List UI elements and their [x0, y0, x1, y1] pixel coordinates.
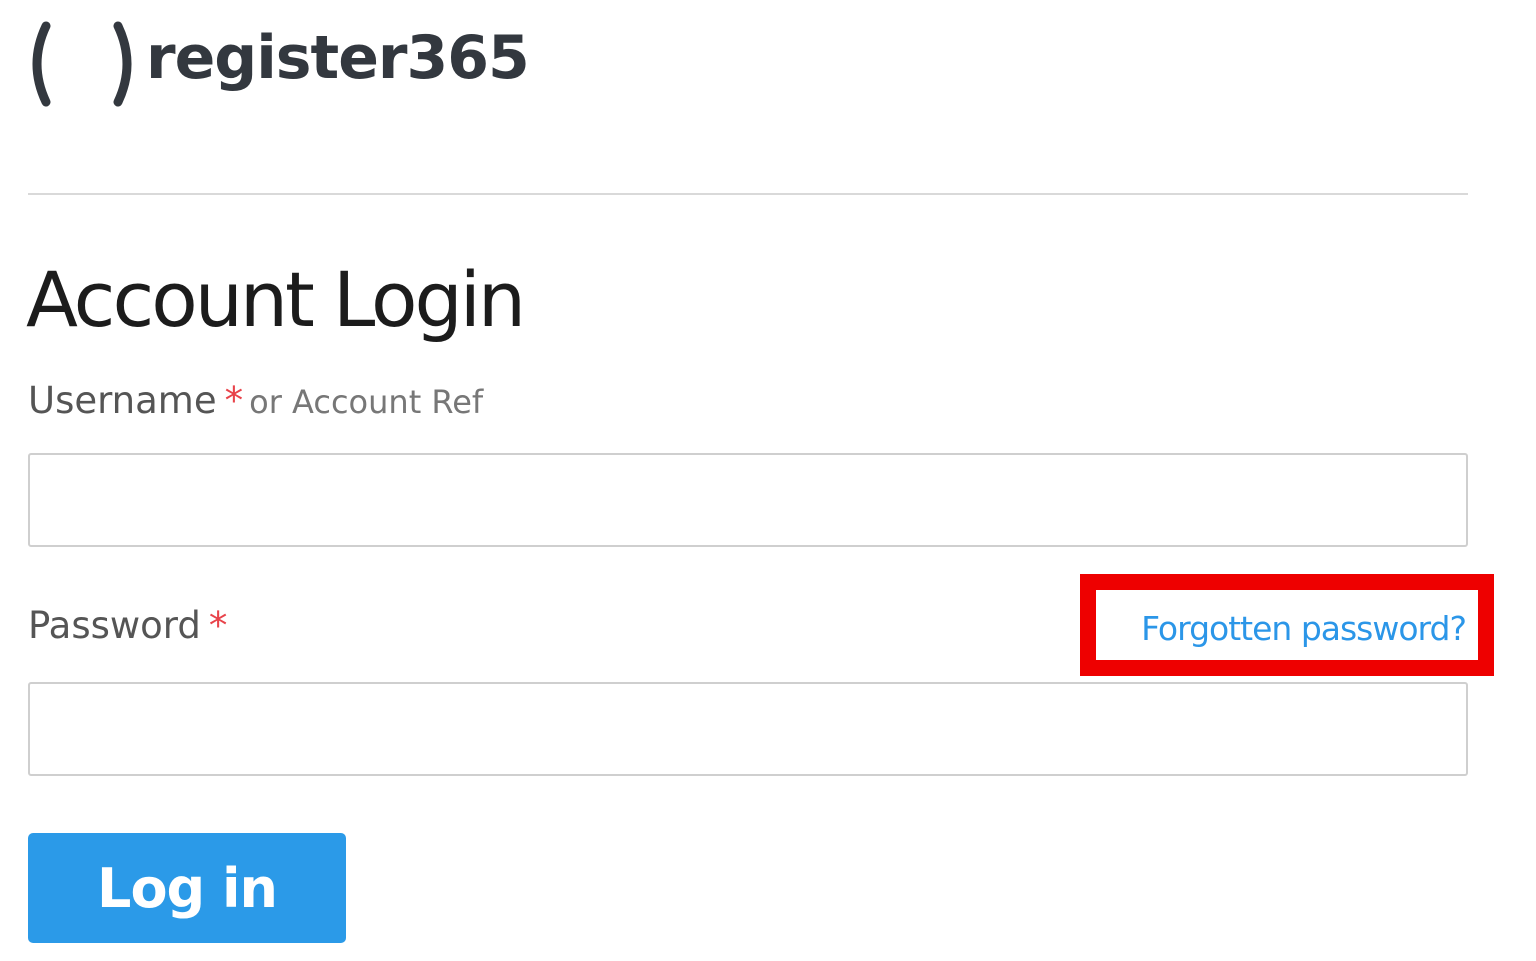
- brand-name: register365: [146, 23, 530, 93]
- username-input[interactable]: [28, 453, 1468, 547]
- required-marker: *: [208, 604, 228, 647]
- username-label: Username * or Account Ref: [28, 382, 483, 419]
- password-label-text: Password: [28, 604, 201, 647]
- username-label-text: Username: [28, 379, 217, 422]
- bracket-logo-icon: [32, 21, 132, 107]
- page-title: Account Login: [26, 255, 526, 344]
- password-label: Password *: [28, 607, 227, 644]
- forgot-password-link[interactable]: Forgotten password?: [1141, 612, 1467, 645]
- username-hint: or Account Ref: [249, 383, 484, 421]
- header-divider: [28, 193, 1468, 195]
- brand-logo: register365: [26, 18, 530, 110]
- required-marker: *: [224, 379, 244, 422]
- login-button[interactable]: Log in: [28, 833, 346, 943]
- password-input[interactable]: [28, 682, 1468, 776]
